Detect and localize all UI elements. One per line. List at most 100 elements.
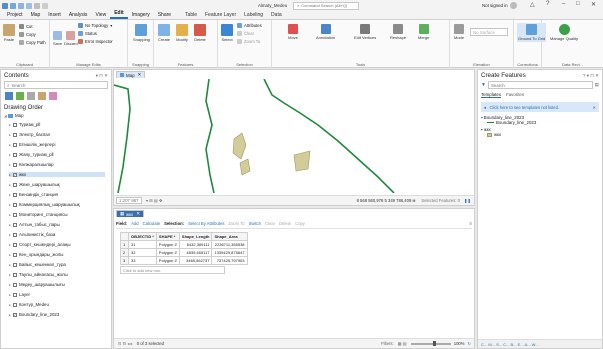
zoom-slider[interactable]: [410, 341, 451, 346]
tab-favorites[interactable]: Favorites: [506, 92, 524, 98]
layer-checkbox[interactable]: ✓: [13, 172, 17, 177]
tab-analysis[interactable]: Analysis: [65, 12, 92, 19]
layer-checkbox[interactable]: [13, 132, 17, 137]
layer-item[interactable]: ▸ Мониторинг_станциясы: [9, 212, 68, 217]
layer-item[interactable]: ▸ Алтын_табыс_пары: [9, 222, 60, 227]
avatar[interactable]: [510, 1, 517, 9]
open-project-icon[interactable]: [18, 2, 24, 9]
zoom-to-selection-button[interactable]: Zoom To: [228, 221, 244, 226]
copy-selection-button[interactable]: Copy: [295, 221, 305, 226]
close-icon[interactable]: ✕: [136, 211, 140, 217]
template-item-jkh[interactable]: жкх: [487, 132, 599, 137]
expand-icon[interactable]: ▸: [9, 243, 12, 247]
calculate-button[interactable]: Calculate: [143, 221, 160, 226]
layer-item[interactable]: ▸ Контур_Medeu: [9, 302, 49, 307]
column-header[interactable]: Shape_Length: [178, 232, 213, 241]
select-button[interactable]: Select: [221, 24, 233, 42]
clear-button[interactable]: Clear: [237, 31, 254, 36]
tab-templates[interactable]: Templates: [481, 92, 502, 98]
layer-checkbox[interactable]: [13, 142, 17, 147]
table-cell[interactable]: Polygon Z: [155, 256, 180, 265]
add-field-button[interactable]: Add: [131, 221, 138, 226]
filter-icon[interactable]: ▼: [481, 82, 486, 88]
row-number[interactable]: 3: [120, 256, 129, 265]
tab-feature-layer[interactable]: Feature Layer: [201, 12, 240, 19]
expand-icon[interactable]: ▸: [9, 213, 12, 217]
paste-button[interactable]: Paste: [3, 24, 15, 42]
layer-checkbox[interactable]: [13, 202, 17, 207]
table-cell[interactable]: 3465,562737: [178, 256, 213, 265]
list-by-selection-icon[interactable]: [27, 92, 35, 100]
discard-edits-button[interactable]: Discard: [64, 31, 78, 46]
annotation-tool[interactable]: Annotation: [316, 24, 335, 40]
reshape-tool[interactable]: Reshape: [390, 24, 406, 40]
layer-item[interactable]: ▸ Медеу_шаруашылығы: [9, 282, 65, 287]
layer-checkbox[interactable]: ✓: [13, 312, 17, 317]
clear-selection-button[interactable]: Clear: [265, 221, 275, 226]
close-icon[interactable]: ✕: [592, 105, 596, 110]
layer-item[interactable]: ▸ Жаяу_туризм_pll: [9, 152, 54, 157]
table-cell[interactable]: Polygon Z: [155, 240, 180, 249]
layer-item[interactable]: ▸ Байыс_кешенкөл_тура: [9, 262, 66, 267]
table-cell[interactable]: 1339429,875647: [211, 248, 248, 257]
maximize-button[interactable]: □: [576, 1, 580, 7]
filter-icon[interactable]: ▦ ▤: [398, 341, 407, 346]
pane-bottom-tabs[interactable]: C... M... S... C... B... E... A... W...: [478, 339, 602, 348]
help-button[interactable]: ?: [546, 1, 549, 7]
list-by-drawing-order-icon[interactable]: [5, 92, 13, 100]
expand-icon[interactable]: ▸: [9, 143, 12, 147]
templates-info-banner[interactable]: ● Click here to see templates not listed…: [481, 102, 599, 112]
expand-icon[interactable]: ▸: [9, 303, 12, 307]
record-nav-icon[interactable]: ⊡ ⊟ ◂ ▸: [118, 341, 133, 346]
close-icon[interactable]: ✕: [138, 72, 142, 78]
edit-vertices-tool[interactable]: Edit Vertices: [354, 24, 376, 40]
list-by-source-icon[interactable]: [16, 92, 24, 100]
minimize-button[interactable]: –: [562, 1, 565, 7]
expand-icon[interactable]: ▸: [9, 173, 12, 177]
table-cell[interactable]: 33: [128, 256, 157, 265]
elevation-surface-select[interactable]: No Surface: [470, 28, 508, 36]
layer-checkbox[interactable]: [13, 192, 17, 197]
layer-item[interactable]: ▸ Көлжаралшылар: [9, 162, 54, 167]
table-cell[interactable]: 32: [128, 248, 157, 257]
template-item-boundary[interactable]: Boundary_line_2023: [487, 120, 599, 125]
zoom-slider-thumb[interactable]: [432, 341, 436, 346]
layer-item[interactable]: ▸ Электр_баспал: [9, 132, 50, 137]
create-button[interactable]: Create: [158, 24, 170, 42]
map-view[interactable]: Map ✕ 1:207 987 ▾ ⊞ ▤ ✥ 8 568 560,976 5 …: [113, 69, 475, 206]
expand-icon[interactable]: ▸: [9, 223, 12, 227]
layer-checkbox[interactable]: [13, 152, 17, 157]
layer-checkbox[interactable]: [13, 292, 17, 297]
notification-icon[interactable]: △: [530, 1, 535, 8]
map-node[interactable]: ◢ Map: [4, 113, 24, 118]
tab-imagery[interactable]: Imagery: [128, 12, 154, 19]
polygon-feature-3[interactable]: [293, 150, 311, 172]
sign-in-status[interactable]: Not signed in: [482, 3, 508, 8]
topology-dropdown[interactable]: No Topology ▾: [78, 23, 112, 28]
expand-icon[interactable]: ▸: [9, 253, 12, 257]
expand-icon[interactable]: ▸: [9, 183, 12, 187]
tab-attribute-table[interactable]: ▦ жкх ✕: [116, 210, 144, 217]
layer-item[interactable]: ▸ ✓ Boundary_line_2023: [9, 312, 59, 317]
add-row-hint[interactable]: Click to add new row.: [120, 266, 225, 274]
layer-checkbox[interactable]: [13, 262, 17, 267]
expand-icon[interactable]: ▸: [9, 283, 12, 287]
snapping-button[interactable]: Snapping: [133, 24, 150, 42]
layer-item[interactable]: ▸ Спорт_кешендері_алаңы: [9, 242, 70, 247]
expand-icon[interactable]: ▸: [9, 153, 12, 157]
layer-item[interactable]: ▸ Егіншілік_жерлері: [9, 142, 55, 147]
zoom-to-button[interactable]: Zoom To: [237, 39, 260, 44]
layer-checkbox[interactable]: [13, 222, 17, 227]
layer-checkbox[interactable]: [13, 282, 17, 287]
layer-item[interactable]: ▸ Таулы_айналасы_жолы: [9, 272, 68, 277]
expand-icon[interactable]: ▸: [9, 293, 12, 297]
elevation-mode-button[interactable]: Mode: [454, 24, 464, 40]
layer-checkbox[interactable]: [13, 252, 17, 257]
tab-edit[interactable]: Edit: [110, 10, 128, 19]
table-row[interactable]: 3 33 Polygon Z 3465,562737 737425,797903: [120, 256, 248, 265]
table-cell[interactable]: 4839,465117: [178, 248, 213, 257]
layer-checkbox[interactable]: [13, 232, 17, 237]
close-button[interactable]: ✕: [591, 1, 596, 8]
merge-tool[interactable]: Merge: [418, 24, 429, 40]
layer-item[interactable]: ▸ Коммерциялық_шаруашылық: [9, 202, 80, 207]
